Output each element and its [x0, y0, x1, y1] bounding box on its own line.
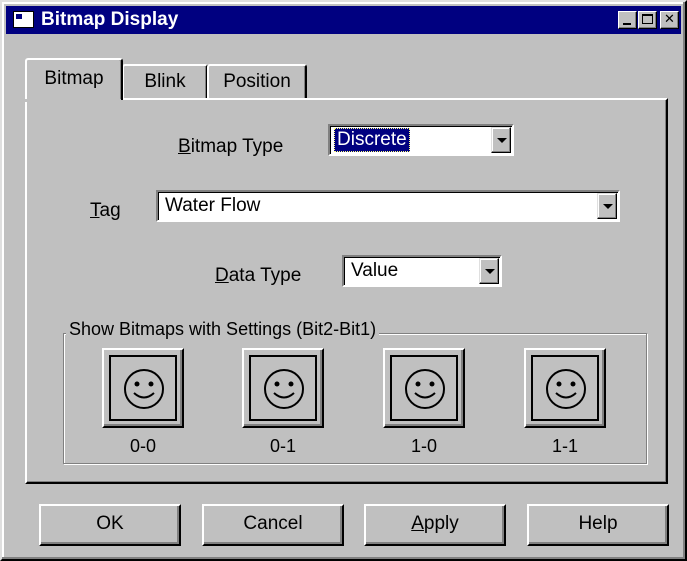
window-title: Bitmap Display	[41, 9, 179, 30]
bitmap-caption: 1-0	[410, 436, 437, 456]
close-button[interactable]: ✕	[660, 11, 679, 29]
bitmap-button-1-1[interactable]	[524, 348, 606, 428]
help-button[interactable]: Help	[527, 504, 669, 546]
apply-button[interactable]: Apply	[364, 504, 506, 546]
tab-bitmap[interactable]: Bitmap	[25, 58, 123, 102]
minimize-icon	[623, 23, 631, 25]
data-type-select[interactable]: Value	[342, 255, 502, 287]
smiley-face-icon	[264, 369, 304, 409]
data-type-label: Data Type	[215, 265, 302, 286]
bitmap-button-1-0[interactable]	[383, 348, 465, 428]
groupbox-label: Show Bitmaps with Settings (Bit2-Bit1)	[66, 317, 380, 341]
bitmap-type-value: Discrete	[334, 128, 410, 152]
tab-position[interactable]: Position	[207, 64, 307, 98]
smiley-face-icon	[124, 369, 164, 409]
chevron-down-icon[interactable]	[491, 127, 511, 153]
smiley-face-icon	[546, 369, 586, 409]
cancel-button[interactable]: Cancel	[202, 504, 344, 546]
bitmap-app-icon[interactable]	[13, 11, 34, 28]
data-type-value: Value	[351, 260, 399, 281]
title-bar[interactable]: Bitmap Display ✕	[6, 6, 681, 34]
bitmap-button-0-0[interactable]	[102, 348, 184, 428]
bitmap-caption: 0-0	[129, 436, 156, 456]
chevron-down-icon[interactable]	[597, 193, 617, 219]
bitmap-type-label: Bitmap Type	[178, 136, 284, 157]
bitmap-button-0-1[interactable]	[242, 348, 324, 428]
tag-select[interactable]: Water Flow	[156, 190, 620, 222]
maximize-button[interactable]	[638, 11, 657, 29]
maximize-icon	[642, 14, 653, 24]
ok-button[interactable]: OK	[39, 504, 181, 546]
minimize-button[interactable]	[618, 11, 637, 29]
close-icon: ✕	[664, 12, 675, 27]
tag-value: Water Flow	[165, 195, 261, 216]
tab-blink[interactable]: Blink	[122, 64, 208, 98]
bitmap-type-select[interactable]: Discrete	[328, 124, 514, 156]
tag-label: Tag	[90, 200, 121, 221]
chevron-down-icon[interactable]	[479, 258, 499, 284]
dialog-window: Bitmap Display ✕ Blink Position Bitmap B…	[0, 0, 687, 561]
bitmap-caption: 1-1	[551, 436, 578, 456]
bitmap-caption: 0-1	[269, 436, 296, 456]
smiley-face-icon	[405, 369, 445, 409]
